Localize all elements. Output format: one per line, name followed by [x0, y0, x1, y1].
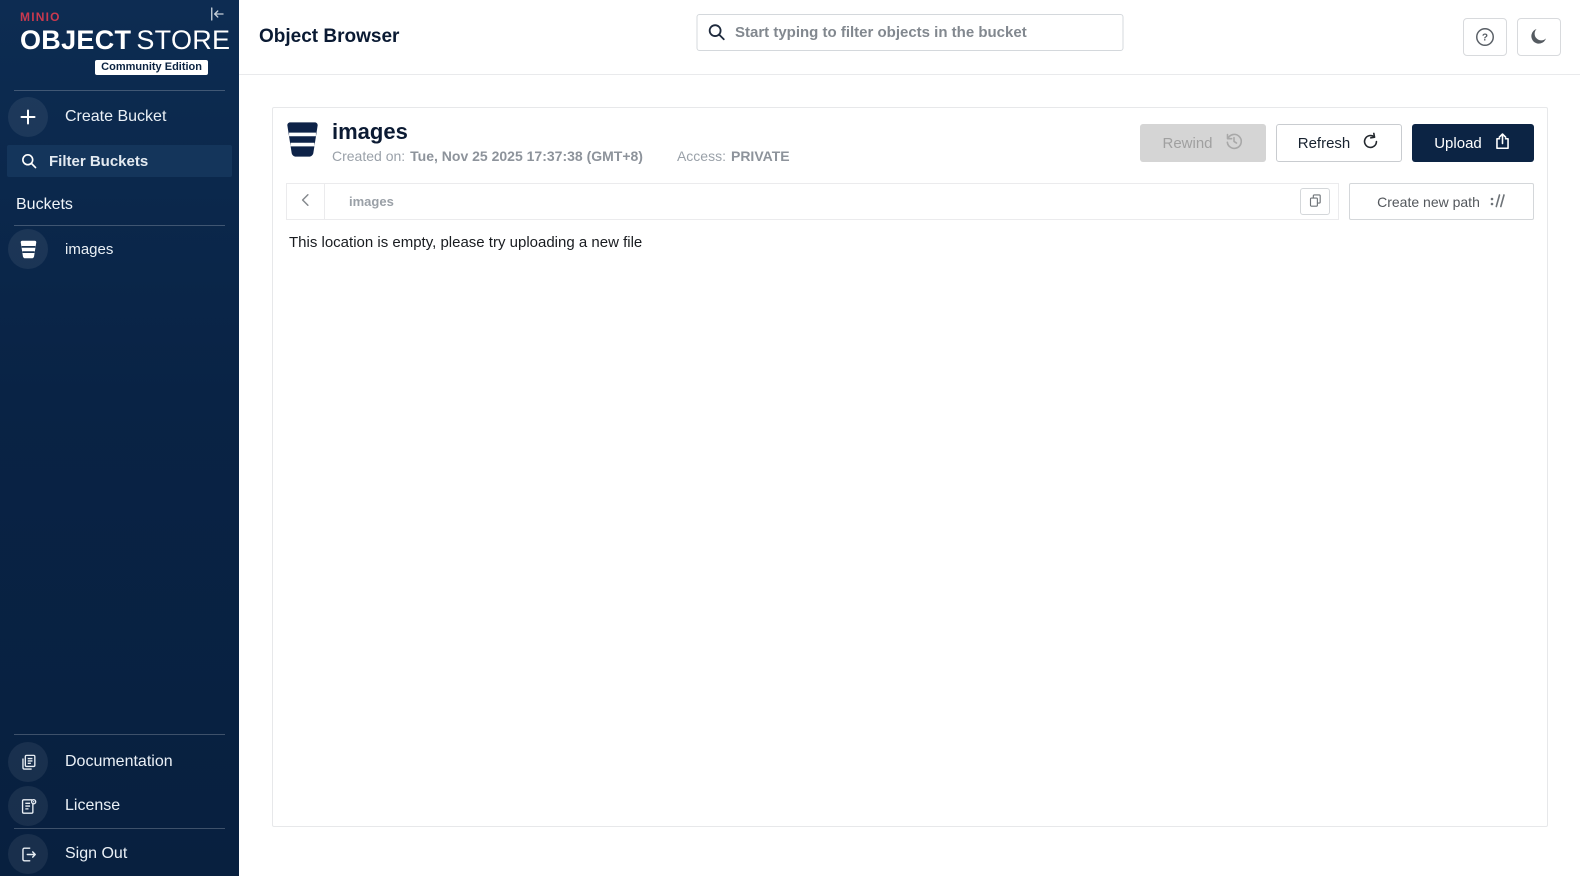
empty-location-message: This location is empty, please try uploa… [289, 234, 643, 252]
sidebar-footer: Documentation License Sign Out [0, 734, 239, 876]
create-bucket-button[interactable]: Create Bucket [0, 94, 239, 140]
help-button[interactable]: ? [1463, 18, 1507, 56]
object-search-input[interactable] [696, 14, 1123, 51]
sidebar-item-sign-out[interactable]: Sign Out [0, 832, 239, 876]
rewind-button[interactable]: Rewind [1140, 124, 1266, 162]
bucket-icon [286, 121, 319, 163]
content-area: images Created on: Tue, Nov 25 2025 17:3… [239, 75, 1580, 876]
copy-path-button[interactable] [1300, 188, 1330, 216]
plus-icon [8, 97, 48, 137]
breadcrumb: images [286, 183, 1339, 221]
upload-button-label: Upload [1434, 134, 1482, 152]
buckets-section-label: Buckets [16, 196, 73, 213]
sidebar-divider [14, 225, 225, 226]
bucket-icon [8, 229, 48, 269]
help-icon: ? [1476, 28, 1494, 46]
create-bucket-label: Create Bucket [65, 108, 167, 125]
sidebar-collapse-button[interactable] [206, 3, 228, 28]
sidebar-item-license[interactable]: License [0, 784, 239, 828]
collapse-arrow-icon [208, 7, 226, 26]
app-logo: MINIO OBJECT STORE Community Edition [0, 0, 239, 75]
documentation-label: Documentation [65, 753, 173, 770]
topbar-actions: ? [1463, 18, 1561, 56]
moon-icon [1529, 26, 1549, 49]
sidebar-divider [14, 90, 225, 91]
create-new-path-button[interactable]: Create new path [1349, 183, 1534, 221]
top-bar: Object Browser ? [239, 0, 1580, 75]
refresh-button-label: Refresh [1297, 134, 1351, 152]
upload-button[interactable]: Upload [1412, 124, 1534, 162]
dark-mode-button[interactable] [1517, 18, 1561, 56]
sign-out-icon [8, 834, 48, 874]
breadcrumb-path: images [349, 194, 394, 210]
created-on-label: Created on: [332, 148, 406, 165]
created-on-value: Tue, Nov 25 2025 17:37:38 (GMT+8) [410, 148, 643, 165]
refresh-icon [1361, 132, 1380, 155]
rewind-clock-icon [1224, 131, 1244, 155]
rewind-button-label: Rewind [1162, 134, 1213, 152]
sidebar-item-bucket-images[interactable]: images [0, 227, 239, 271]
sidebar-divider [14, 828, 225, 829]
bucket-panel: images Created on: Tue, Nov 25 2025 17:3… [272, 107, 1548, 827]
filter-buckets-field [7, 145, 232, 177]
refresh-button[interactable]: Refresh [1276, 124, 1402, 162]
search-icon [20, 152, 38, 175]
create-new-path-label: Create new path [1377, 193, 1480, 210]
access-label: Access: [676, 148, 726, 165]
sidebar-divider [14, 734, 225, 735]
bucket-panel-header: images Created on: Tue, Nov 25 2025 17:3… [286, 119, 1534, 164]
back-button[interactable] [287, 184, 325, 220]
page-title: Object Browser [259, 26, 400, 47]
sign-out-label: Sign Out [65, 845, 128, 862]
license-label: License [65, 797, 121, 814]
object-store-title: OBJECT STORE [20, 25, 231, 55]
svg-text:?: ? [1482, 33, 1488, 44]
documentation-icon [8, 742, 48, 782]
copy-icon [1308, 193, 1323, 211]
upload-icon [1493, 132, 1512, 155]
bucket-actions: Rewind Refresh Upload [1140, 124, 1534, 162]
filter-buckets-input[interactable] [7, 145, 232, 177]
bucket-item-label: images [65, 240, 114, 258]
bucket-name: images [332, 119, 408, 144]
chevron-left-icon [297, 191, 315, 212]
bucket-meta: Created on: Tue, Nov 25 2025 17:37:38 (G… [332, 148, 790, 164]
path-toolbar: images Create new path [286, 183, 1534, 221]
search-icon [706, 22, 726, 47]
access-value: PRIVATE [730, 148, 790, 165]
license-icon [8, 786, 48, 826]
minio-brand-text: MINIO [20, 10, 61, 24]
object-search-field [696, 14, 1123, 51]
sidebar: MINIO OBJECT STORE Community Edition Crea… [0, 0, 239, 876]
main-area: Object Browser ? [239, 0, 1580, 876]
path-slashes-icon [1490, 193, 1506, 211]
sidebar-item-documentation[interactable]: Documentation [0, 740, 239, 784]
community-edition-badge: Community Edition [95, 60, 208, 75]
